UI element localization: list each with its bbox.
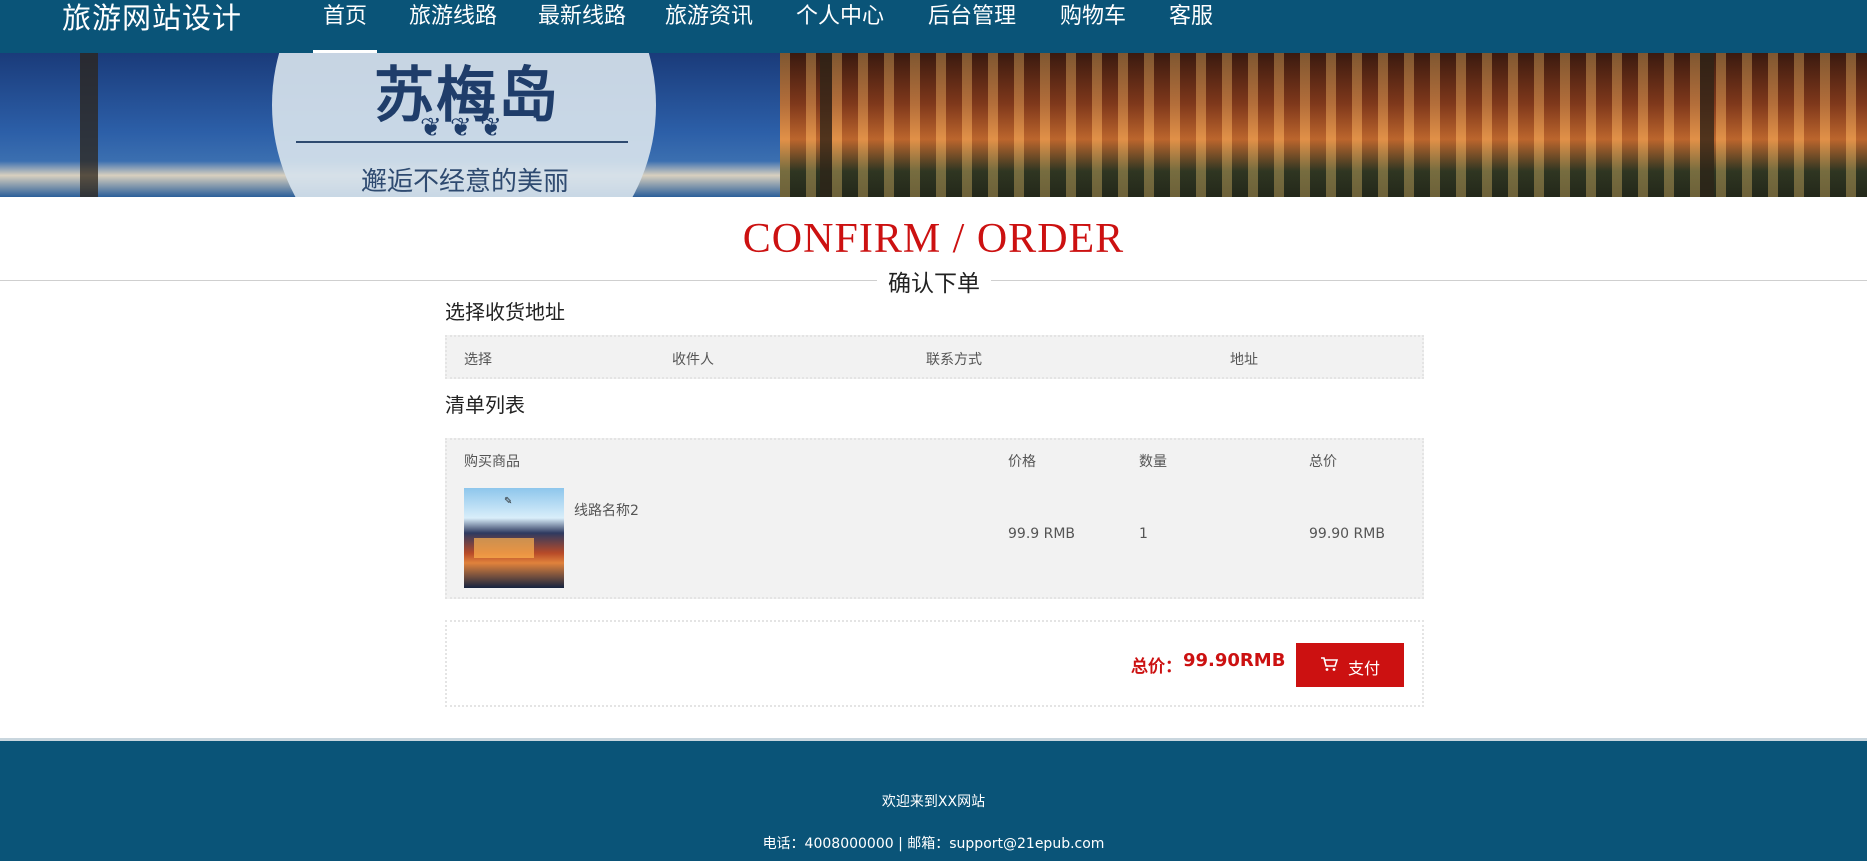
page-subtitle: 确认下单 — [877, 264, 991, 298]
nav-item-new-routes[interactable]: 最新线路 — [538, 0, 626, 53]
route-thumbnail[interactable]: ✎ — [464, 488, 564, 588]
thumbnail-calligraphy: ✎ — [504, 496, 513, 507]
column-header: 数量 — [1139, 454, 1167, 470]
top-navbar: 旅游网站设计 首页 旅游线路 最新线路 旅游资讯 个人中心 后台管理 购物车 客… — [0, 0, 1867, 53]
palm-tree-image — [820, 53, 832, 197]
nav-item-admin[interactable]: 后台管理 — [928, 0, 1016, 53]
order-table: 购买商品 价格 数量 总价 ✎ 线路名称2 99.9 RMB 1 99.90 R… — [445, 438, 1424, 599]
site-footer: 欢迎来到XX网站 电话：4008000000 | 邮箱：support@21ep… — [0, 738, 1867, 861]
ornament-icon: ❦ ❦ ❦ — [420, 113, 502, 143]
pay-button[interactable]: 支付 — [1296, 643, 1404, 687]
column-header: 地址 — [1230, 352, 1258, 368]
address-table: 选择 收件人 联系方式 地址 — [445, 335, 1424, 379]
site-brand[interactable]: 旅游网站设计 — [62, 0, 242, 36]
cart-icon — [1321, 657, 1338, 671]
product-total: 99.90 RMB — [1309, 526, 1385, 542]
total-value: 99.90RMB — [1183, 650, 1286, 671]
column-header: 购买商品 — [464, 454, 520, 470]
column-header: 联系方式 — [926, 352, 982, 368]
footer-welcome: 欢迎来到XX网站 — [881, 794, 986, 810]
column-header: 选择 — [464, 352, 492, 368]
banner-divider — [296, 141, 628, 143]
thumbnail-lights — [474, 538, 534, 558]
page-title: CONFIRM / ORDER — [742, 216, 1125, 262]
banner-slogan: 邂逅不经意的美丽 — [360, 167, 569, 197]
order-summary: 总价： 99.90RMB 支付 — [445, 620, 1424, 707]
nav-item-service[interactable]: 客服 — [1169, 0, 1213, 53]
palm-tree-image — [80, 53, 98, 197]
product-price: 99.9 RMB — [1008, 526, 1076, 542]
product-quantity: 1 — [1139, 526, 1148, 542]
total-label: 总价： — [1131, 657, 1182, 677]
nav-item-news[interactable]: 旅游资讯 — [665, 0, 753, 53]
nav-item-home[interactable]: 首页 — [312, 0, 378, 53]
column-header: 价格 — [1008, 454, 1036, 470]
nav-item-profile[interactable]: 个人中心 — [796, 0, 884, 53]
nav-item-routes[interactable]: 旅游线路 — [409, 0, 497, 53]
order-section-title: 清单列表 — [445, 393, 525, 417]
hero-banner: 苏梅岛 ❦ ❦ ❦ 邂逅不经意的美丽 — [0, 53, 1867, 197]
palm-tree-image — [1700, 53, 1714, 197]
address-section-title: 选择收货地址 — [445, 300, 565, 324]
footer-contact: 电话：4008000000 | 邮箱：support@21epub.com — [762, 836, 1105, 852]
column-header: 总价 — [1309, 454, 1337, 470]
nav-item-cart[interactable]: 购物车 — [1060, 0, 1126, 53]
product-name[interactable]: 线路名称2 — [574, 500, 639, 520]
pay-button-label: 支付 — [1348, 661, 1381, 678]
column-header: 收件人 — [672, 352, 714, 368]
